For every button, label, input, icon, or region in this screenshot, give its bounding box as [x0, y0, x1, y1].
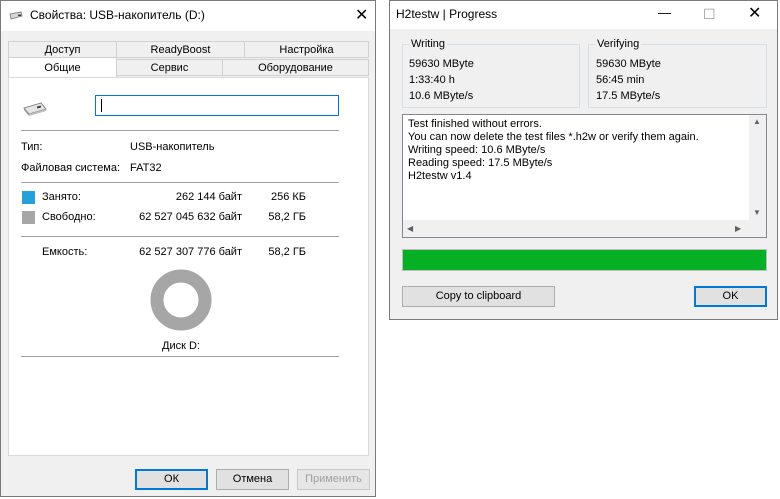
writing-speed: 10.6 MByte/s: [409, 90, 474, 102]
free-short: 58,2 ГБ: [268, 211, 306, 223]
writing-time: 1:33:40 h: [409, 74, 455, 86]
scroll-down-arrow-icon[interactable]: ▼: [753, 208, 761, 217]
used-bytes: 262 144 байт: [175, 191, 242, 203]
scroll-right-arrow-icon[interactable]: ▶: [735, 224, 741, 233]
ok-button[interactable]: ОК: [135, 469, 208, 490]
filesystem-value: FAT32: [130, 162, 162, 174]
scroll-up-arrow-icon[interactable]: ▲: [753, 117, 761, 126]
used-short: 256 КБ: [270, 191, 306, 203]
verifying-time: 56:45 min: [596, 74, 645, 86]
result-log[interactable]: Test finished without errors. You can no…: [402, 114, 767, 238]
disk-usage-ring-chart: [150, 269, 212, 331]
writing-size: 59630 MByte: [409, 58, 474, 70]
type-label: Тип:: [21, 141, 43, 153]
log-line: H2testw v1.4: [408, 170, 472, 182]
general-tab-panel: [8, 77, 369, 456]
progress-ok-button[interactable]: OK: [694, 286, 767, 307]
verifying-size: 59630 MByte: [596, 58, 661, 70]
apply-button[interactable]: Применить: [297, 469, 370, 490]
capacity-label: Емкость:: [42, 246, 88, 258]
tab-general[interactable]: Общие: [8, 57, 117, 77]
copy-to-clipboard-button[interactable]: Copy to clipboard: [402, 286, 555, 307]
tab-hardware[interactable]: Оборудование: [222, 59, 369, 76]
tab-service[interactable]: Сервис: [116, 59, 223, 76]
maximize-icon[interactable]: ☐: [703, 6, 716, 22]
verifying-speed: 17.5 MByte/s: [596, 90, 661, 102]
horizontal-scrollbar[interactable]: ◀ ▶: [403, 220, 766, 237]
progress-bar-fill: [403, 250, 766, 270]
used-label: Занято:: [42, 191, 81, 203]
tab-readyboost[interactable]: ReadyBoost: [116, 41, 245, 58]
writing-group-title: Writing: [409, 38, 448, 50]
cancel-button[interactable]: Отмена: [216, 469, 289, 490]
close-icon[interactable]: ✕: [355, 8, 368, 24]
verifying-group-title: Verifying: [595, 38, 642, 50]
log-line: Writing speed: 10.6 MByte/s: [408, 144, 546, 156]
progress-bar: [402, 249, 767, 271]
free-space-swatch: [22, 211, 35, 224]
free-label: Свободно:: [42, 211, 96, 223]
usb-drive-large-icon: [23, 102, 47, 116]
progress-titlebar: H2testw | Progress — ☐ ✕: [390, 1, 777, 29]
progress-title: H2testw | Progress: [396, 7, 498, 21]
drive-name-input[interactable]: [95, 95, 339, 116]
log-line: You can now delete the test files *.h2w …: [408, 131, 699, 143]
properties-titlebar: Свойства: USB-накопитель (D:) ✕: [1, 1, 375, 31]
divider: [21, 182, 339, 183]
divider: [21, 236, 339, 237]
properties-title: Свойства: USB-накопитель (D:): [30, 8, 205, 22]
tab-access[interactable]: Доступ: [8, 41, 117, 58]
text-caret: [101, 99, 102, 112]
tab-settings[interactable]: Настройка: [244, 41, 369, 58]
log-line: Reading speed: 17.5 MByte/s: [408, 157, 553, 169]
capacity-bytes: 62 527 307 776 байт: [139, 246, 242, 258]
divider: [21, 130, 339, 131]
divider: [21, 356, 339, 357]
scroll-left-arrow-icon[interactable]: ◀: [407, 224, 413, 233]
usb-drive-icon: [9, 11, 23, 20]
used-space-swatch: [22, 191, 35, 204]
free-space-ring: [150, 269, 212, 331]
free-bytes: 62 527 045 632 байт: [139, 211, 242, 223]
vertical-scrollbar[interactable]: ▲ ▼: [749, 115, 766, 220]
disk-label: Диск D:: [162, 340, 200, 352]
close-icon[interactable]: ✕: [748, 6, 761, 22]
minimize-icon[interactable]: —: [658, 5, 671, 21]
type-value: USB-накопитель: [130, 141, 215, 153]
log-line: Test finished without errors.: [408, 118, 542, 130]
filesystem-label: Файловая система:: [21, 162, 121, 174]
capacity-short: 58,2 ГБ: [268, 246, 306, 258]
